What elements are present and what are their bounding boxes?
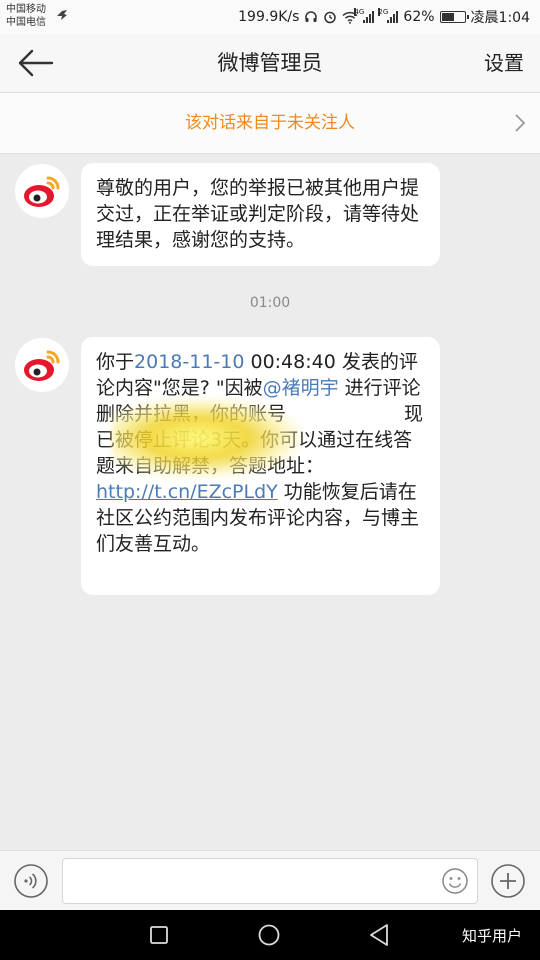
battery-icon bbox=[439, 11, 469, 23]
status-bar: 中国移动 中国电信 199.9K/s 4G 2G 62% 凌晨1:04 bbox=[0, 0, 540, 34]
alarm-clock-icon bbox=[324, 11, 337, 24]
battery-percentage: 62% bbox=[403, 9, 435, 25]
message-bubble: 尊敬的用户，您的举报已被其他用户提交过，正在举证或判定阶段，请等待处理结果，感谢… bbox=[81, 163, 440, 266]
redaction-blur bbox=[112, 398, 302, 478]
stranger-notice-text: 该对话来自于未关注人 bbox=[185, 113, 355, 133]
network-speed: 199.9K/s bbox=[238, 9, 300, 25]
nav-back-icon[interactable] bbox=[368, 923, 390, 947]
conversation-header: 微博管理员 设置 bbox=[0, 34, 540, 93]
signal-4g-icon: 4G bbox=[354, 8, 375, 23]
status-indicators: 199.9K/s 4G 2G 62% 凌晨1:04 bbox=[238, 7, 530, 27]
notification-bird-icon bbox=[57, 10, 67, 20]
weibo-logo-icon bbox=[24, 176, 60, 207]
signal-2g-icon: 2G bbox=[378, 8, 399, 23]
message-text: 尊敬的用户，您的举报已被其他用户提交过，正在举证或判定阶段，请等待处理结果，感谢… bbox=[96, 177, 420, 251]
message-input-bar bbox=[0, 850, 540, 911]
clock: 凌晨1:04 bbox=[470, 10, 530, 26]
carrier-name-1: 中国移动 bbox=[6, 4, 46, 15]
network-type-4g: 4G bbox=[354, 8, 365, 16]
weibo-admin-avatar[interactable] bbox=[15, 338, 69, 392]
stranger-notice-banner[interactable]: 该对话来自于未关注人 bbox=[0, 93, 540, 154]
date-link[interactable]: 2018-11-10 bbox=[134, 351, 244, 373]
watermark: 知乎用户 bbox=[461, 927, 522, 945]
voice-input-icon[interactable] bbox=[13, 863, 49, 899]
add-attachment-icon[interactable] bbox=[490, 863, 526, 899]
home-icon[interactable] bbox=[258, 924, 280, 946]
chevron-right-icon bbox=[515, 114, 526, 132]
message-text: 你于 bbox=[96, 351, 135, 373]
settings-button[interactable]: 设置 bbox=[484, 34, 524, 92]
carrier-name-2: 中国电信 bbox=[6, 17, 46, 28]
network-type-2g: 2G bbox=[378, 8, 389, 16]
carrier-info: 中国移动 中国电信 bbox=[6, 3, 46, 29]
user-mention-link[interactable]: @褚明宇 bbox=[263, 377, 339, 399]
message-input[interactable] bbox=[62, 858, 478, 904]
unban-url-link[interactable]: http://t.cn/EZcPLdY bbox=[96, 481, 278, 503]
weibo-admin-avatar[interactable] bbox=[15, 164, 69, 218]
message-timestamp: 01:00 bbox=[249, 295, 291, 311]
recent-apps-icon[interactable] bbox=[150, 926, 168, 944]
weibo-logo-icon bbox=[24, 350, 60, 381]
headset-icon bbox=[305, 11, 318, 22]
conversation-title: 微博管理员 bbox=[217, 51, 323, 75]
system-navigation-bar: 知乎用户 bbox=[0, 910, 540, 960]
emoji-icon[interactable] bbox=[441, 867, 469, 895]
